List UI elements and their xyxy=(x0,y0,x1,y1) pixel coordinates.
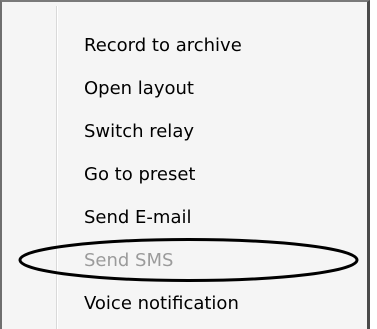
menu-item-label: Go to preset xyxy=(84,164,196,185)
menu-item-send-sms: Send SMS xyxy=(4,241,365,281)
menu-item-switch-relay[interactable]: Switch relay xyxy=(4,112,365,152)
menu-item-go-to-preset[interactable]: Go to preset xyxy=(4,155,365,195)
menu-item-record-to-archive[interactable]: Record to archive xyxy=(4,26,365,66)
context-menu: Record to archive Open layout Switch rel… xyxy=(0,0,370,329)
menu-item-label: Open layout xyxy=(84,78,194,99)
menu-item-label: Voice notification xyxy=(84,293,239,314)
menu-item-label: Send E-mail xyxy=(84,207,192,228)
menu-item-label: Switch relay xyxy=(84,121,194,142)
menu-item-open-layout[interactable]: Open layout xyxy=(4,69,365,109)
menu-item-send-email[interactable]: Send E-mail xyxy=(4,198,365,238)
menu-item-voice-notification[interactable]: Voice notification xyxy=(4,284,365,324)
screenshot-stage: Record to archive Open layout Switch rel… xyxy=(0,0,377,329)
menu-item-label: Record to archive xyxy=(84,35,242,56)
menu-item-label: Send SMS xyxy=(84,250,174,271)
